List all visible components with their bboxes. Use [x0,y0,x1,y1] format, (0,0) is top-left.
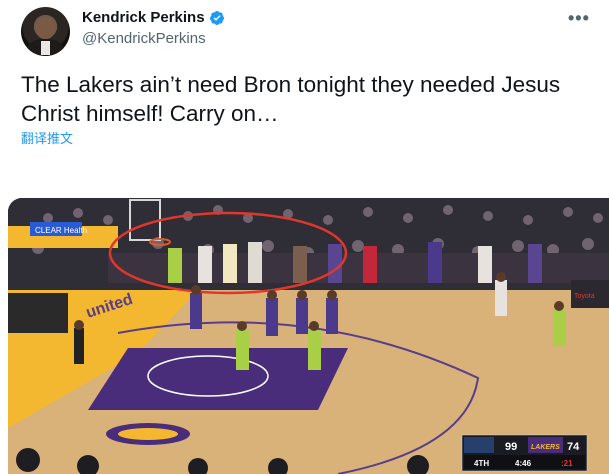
author-display-name[interactable]: Kendrick Perkins [82,9,205,26]
author-handle[interactable]: @KendrickPerkins [82,30,206,47]
author-avatar[interactable] [21,7,70,56]
baseline-sponsor-text: Toyota [574,293,595,300]
tweet-header: Kendrick Perkins @KendrickPerkins ••• [0,0,609,60]
sponsor-sign-text: CLEAR Health [35,226,87,235]
more-options-icon[interactable]: ••• [568,8,590,29]
tweet-text: The Lakers ain’t need Bron tonight they … [21,72,561,126]
game-broadcast-image: CLEAR Health united Toyota 99 LAKERS 74 … [8,198,609,474]
sideline-crew [8,293,68,333]
away-team-logo-icon [464,437,494,453]
translate-tweet-link[interactable]: 翻译推文 [21,128,73,147]
game-clock: 4:46 [515,459,532,468]
home-score: 74 [567,441,580,453]
away-score: 99 [505,441,517,453]
scoreboard: 99 LAKERS 74 4TH 4:46 :21 [461,434,588,472]
home-team-name: LAKERS [531,444,560,451]
shot-clock: :21 [561,459,573,468]
game-quarter: 4TH [474,459,489,468]
verified-badge-icon [209,10,224,25]
author-name-row[interactable]: Kendrick Perkins [82,9,225,26]
tweet-media-image[interactable]: CLEAR Health united Toyota 99 LAKERS 74 … [8,198,609,474]
